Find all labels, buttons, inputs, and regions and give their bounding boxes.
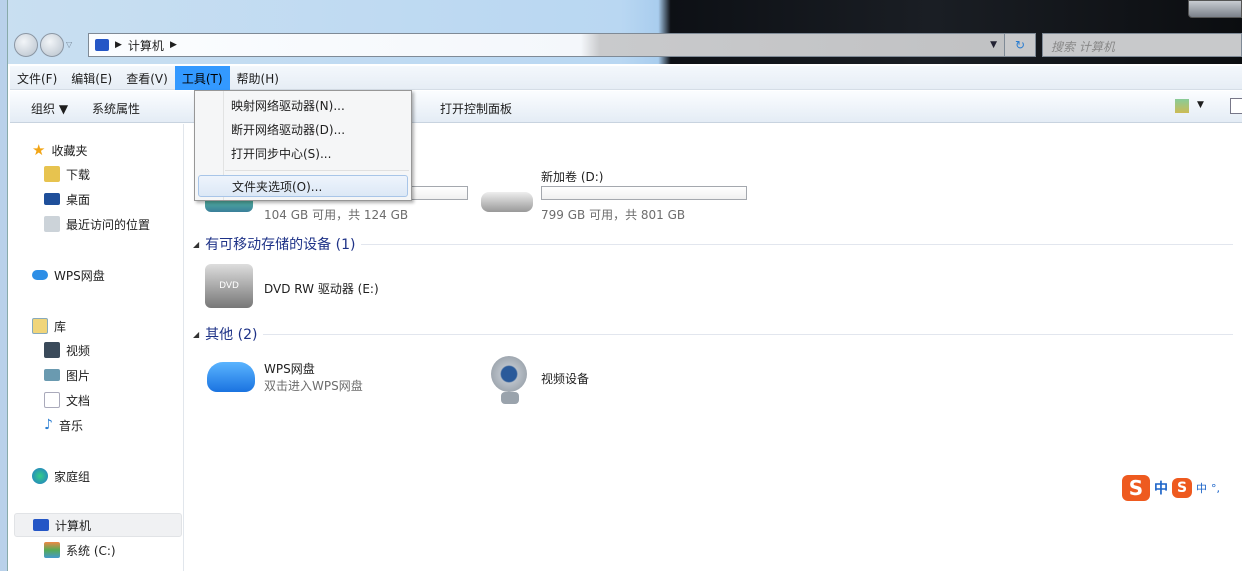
computer-icon	[95, 39, 109, 51]
menu-separator	[225, 170, 409, 171]
sidebar-wps-drive[interactable]: WPS网盘	[32, 265, 105, 285]
breadcrumb-computer[interactable]: 计算机	[128, 37, 164, 54]
sidebar-item-documents[interactable]: 文档	[44, 390, 90, 410]
webcam-icon[interactable]	[491, 356, 527, 392]
menu-item-map-network-drive[interactable]: 映射网络驱动器(N)...	[231, 95, 345, 117]
wps-drive-name[interactable]: WPS网盘	[264, 360, 315, 377]
menu-bar: 文件(F) 编辑(E) 查看(V) 工具(T) 帮助(H)	[10, 66, 1242, 90]
sogou-logo-icon: S	[1122, 475, 1150, 501]
menu-help[interactable]: 帮助(H)	[230, 66, 286, 90]
tools-menu-dropdown: 映射网络驱动器(N)... 断开网络驱动器(D)... 打开同步中心(S)...…	[194, 90, 412, 201]
video-device-name[interactable]: 视频设备	[541, 370, 589, 387]
recent-pages-dropdown[interactable]: ▽	[66, 40, 72, 49]
desktop-icon	[44, 193, 60, 205]
downloads-icon	[44, 166, 60, 182]
sidebar-homegroup[interactable]: 家庭组	[32, 466, 90, 486]
sidebar-item-recent-places[interactable]: 最近访问的位置	[44, 214, 150, 234]
star-icon: ★	[32, 141, 46, 159]
chevron-right-icon: ▶	[169, 40, 177, 50]
drive-d-usage-bar	[541, 186, 747, 200]
sidebar-libraries[interactable]: 库	[32, 316, 66, 336]
sidebar-item-downloads[interactable]: 下载	[44, 164, 90, 184]
window-left-border	[0, 0, 8, 571]
sidebar-item-pictures[interactable]: 图片	[44, 365, 90, 385]
music-icon: ♪	[44, 417, 53, 433]
drive-c-free-space: 104 GB 可用，共 124 GB	[264, 208, 409, 222]
window-controls[interactable]	[1188, 0, 1242, 18]
ime-toolbar[interactable]: S 中 S 中 °,	[1122, 475, 1220, 501]
chevron-right-icon: ▶	[115, 40, 122, 50]
preview-pane-button[interactable]	[1230, 98, 1242, 114]
sidebar-favorites[interactable]: ★ 收藏夹	[32, 140, 87, 160]
refresh-button[interactable]: ↻	[1004, 33, 1036, 57]
sogou-skin-icon[interactable]: S	[1172, 478, 1192, 498]
webcam-stand	[501, 392, 519, 404]
dvd-drive-name[interactable]: DVD RW 驱动器 (E:)	[264, 280, 379, 297]
section-removable[interactable]: ◢ 有可移动存储的设备 (1)	[193, 234, 1233, 254]
back-button[interactable]	[14, 33, 38, 57]
navigation-pane: ★ 收藏夹 下载 桌面 最近访问的位置 WPS网盘 库 视频 图片 文档 ♪ 音乐 …	[10, 124, 184, 571]
videos-icon	[44, 342, 60, 358]
punctuation-icon[interactable]: °,	[1211, 482, 1220, 495]
hard-drive-d-icon[interactable]	[481, 192, 533, 212]
wps-drive-description: 双击进入WPS网盘	[264, 379, 363, 393]
menu-edit[interactable]: 编辑(E)	[64, 66, 119, 90]
system-properties-button[interactable]: 系统属性	[92, 100, 140, 117]
sidebar-item-desktop[interactable]: 桌面	[44, 189, 90, 209]
pictures-icon	[44, 369, 60, 381]
drive-d-name[interactable]: 新加卷 (D:)	[541, 168, 603, 185]
dvd-drive-icon[interactable]: DVD	[205, 264, 253, 308]
drive-d-free-space: 799 GB 可用，共 801 GB	[541, 208, 686, 222]
menu-tools[interactable]: 工具(T)	[174, 66, 230, 90]
forward-button[interactable]	[40, 33, 64, 57]
cloud-icon	[32, 270, 48, 280]
menu-item-disconnect-network-drive[interactable]: 断开网络驱动器(D)...	[231, 119, 345, 141]
sidebar-item-videos[interactable]: 视频	[44, 340, 90, 360]
sidebar-item-drive-c[interactable]: 系统 (C:)	[44, 540, 116, 560]
menu-item-sync-center[interactable]: 打开同步中心(S)...	[231, 143, 331, 165]
sidebar-item-music[interactable]: ♪ 音乐	[44, 415, 83, 435]
homegroup-icon	[32, 468, 48, 484]
libraries-icon	[32, 318, 48, 334]
sidebar-computer[interactable]: 计算机	[14, 513, 182, 537]
documents-icon	[44, 392, 60, 408]
address-dropdown-icon[interactable]: ▼	[990, 40, 997, 50]
section-other[interactable]: ◢ 其他 (2)	[193, 324, 1233, 344]
recent-places-icon	[44, 216, 60, 232]
view-dropdown-icon[interactable]: ▼	[1197, 100, 1204, 110]
wps-cloud-icon[interactable]	[207, 362, 255, 392]
system-drive-icon	[44, 542, 60, 558]
computer-icon	[33, 519, 49, 531]
search-input[interactable]: 搜索 计算机	[1042, 33, 1242, 57]
control-panel-button[interactable]: 打开控制面板	[440, 100, 512, 117]
ime-mode[interactable]: 中	[1154, 478, 1168, 498]
collapse-icon: ◢	[193, 329, 200, 339]
view-options-icon[interactable]	[1175, 99, 1189, 113]
organize-button[interactable]: 组织 ▼	[31, 100, 68, 117]
ime-mode-small[interactable]: 中	[1196, 480, 1207, 496]
menu-view[interactable]: 查看(V)	[119, 66, 175, 90]
menu-file[interactable]: 文件(F)	[10, 66, 64, 90]
collapse-icon: ◢	[193, 239, 200, 249]
address-bar[interactable]: ▶ 计算机 ▶ ▼	[88, 33, 1036, 57]
menu-item-folder-options[interactable]: 文件夹选项(O)...	[198, 175, 408, 197]
